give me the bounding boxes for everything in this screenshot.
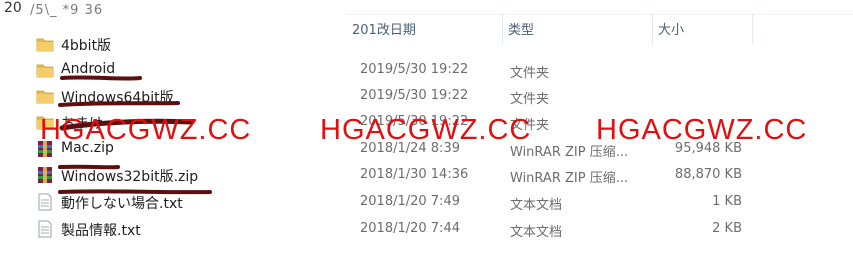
file-type: 文本文档	[510, 198, 563, 213]
text-file-icon	[38, 193, 52, 211]
watermark: HGACGWZ.CC	[40, 114, 252, 146]
folder-icon	[36, 64, 54, 78]
header-divider	[346, 14, 853, 15]
folder-icon	[36, 90, 54, 104]
file-type: WinRAR ZIP 压缩...	[510, 171, 629, 186]
breadcrumb[interactable]: /5\_ *9 36	[30, 3, 103, 18]
file-date: 2019/5/30 19:22	[360, 62, 469, 77]
file-row[interactable]: Windows32bit版.zip 2018/1/30 14:36 WinRAR…	[0, 162, 853, 188]
file-name: Windows32bit版.zip	[61, 169, 199, 185]
text-file-icon	[38, 220, 52, 238]
file-date: 2019/5/30 19:22	[360, 88, 469, 103]
file-type: 文本文档	[510, 225, 563, 240]
file-date: 2018/1/20 7:44	[360, 221, 460, 236]
file-row[interactable]: Android 2019/5/30 19:22 文件夹	[0, 57, 853, 83]
winrar-zip-icon	[38, 167, 52, 183]
file-type: 文件夹	[510, 66, 550, 81]
file-name: Windows64bit版	[61, 90, 174, 106]
folder-icon	[36, 38, 54, 52]
file-name: 製品情報.txt	[61, 223, 141, 239]
file-row[interactable]: 4bbit版	[0, 31, 853, 57]
file-date: 2018/1/20 7:49	[360, 194, 460, 209]
watermark: HGACGWZ.CC	[320, 114, 532, 146]
file-size: 88,870 KB	[674, 167, 742, 182]
file-name: Android	[61, 61, 116, 77]
file-row[interactable]: 製品情報.txt 2018/1/20 7:44 文本文档 2 KB	[0, 216, 853, 242]
file-name: 動作しない場合.txt	[61, 196, 183, 212]
breadcrumb-number: 20	[4, 0, 22, 16]
file-type: 文件夹	[510, 92, 550, 107]
watermark: HGACGWZ.CC	[596, 114, 808, 146]
file-size: 1 KB	[712, 194, 742, 209]
file-size: 2 KB	[712, 221, 742, 236]
file-row[interactable]: Windows64bit版 2019/5/30 19:22 文件夹	[0, 83, 853, 109]
file-name: 4bbit版	[61, 38, 112, 54]
file-date: 2018/1/30 14:36	[360, 167, 469, 182]
file-row[interactable]: 動作しない場合.txt 2018/1/20 7:49 文本文档 1 KB	[0, 189, 853, 215]
